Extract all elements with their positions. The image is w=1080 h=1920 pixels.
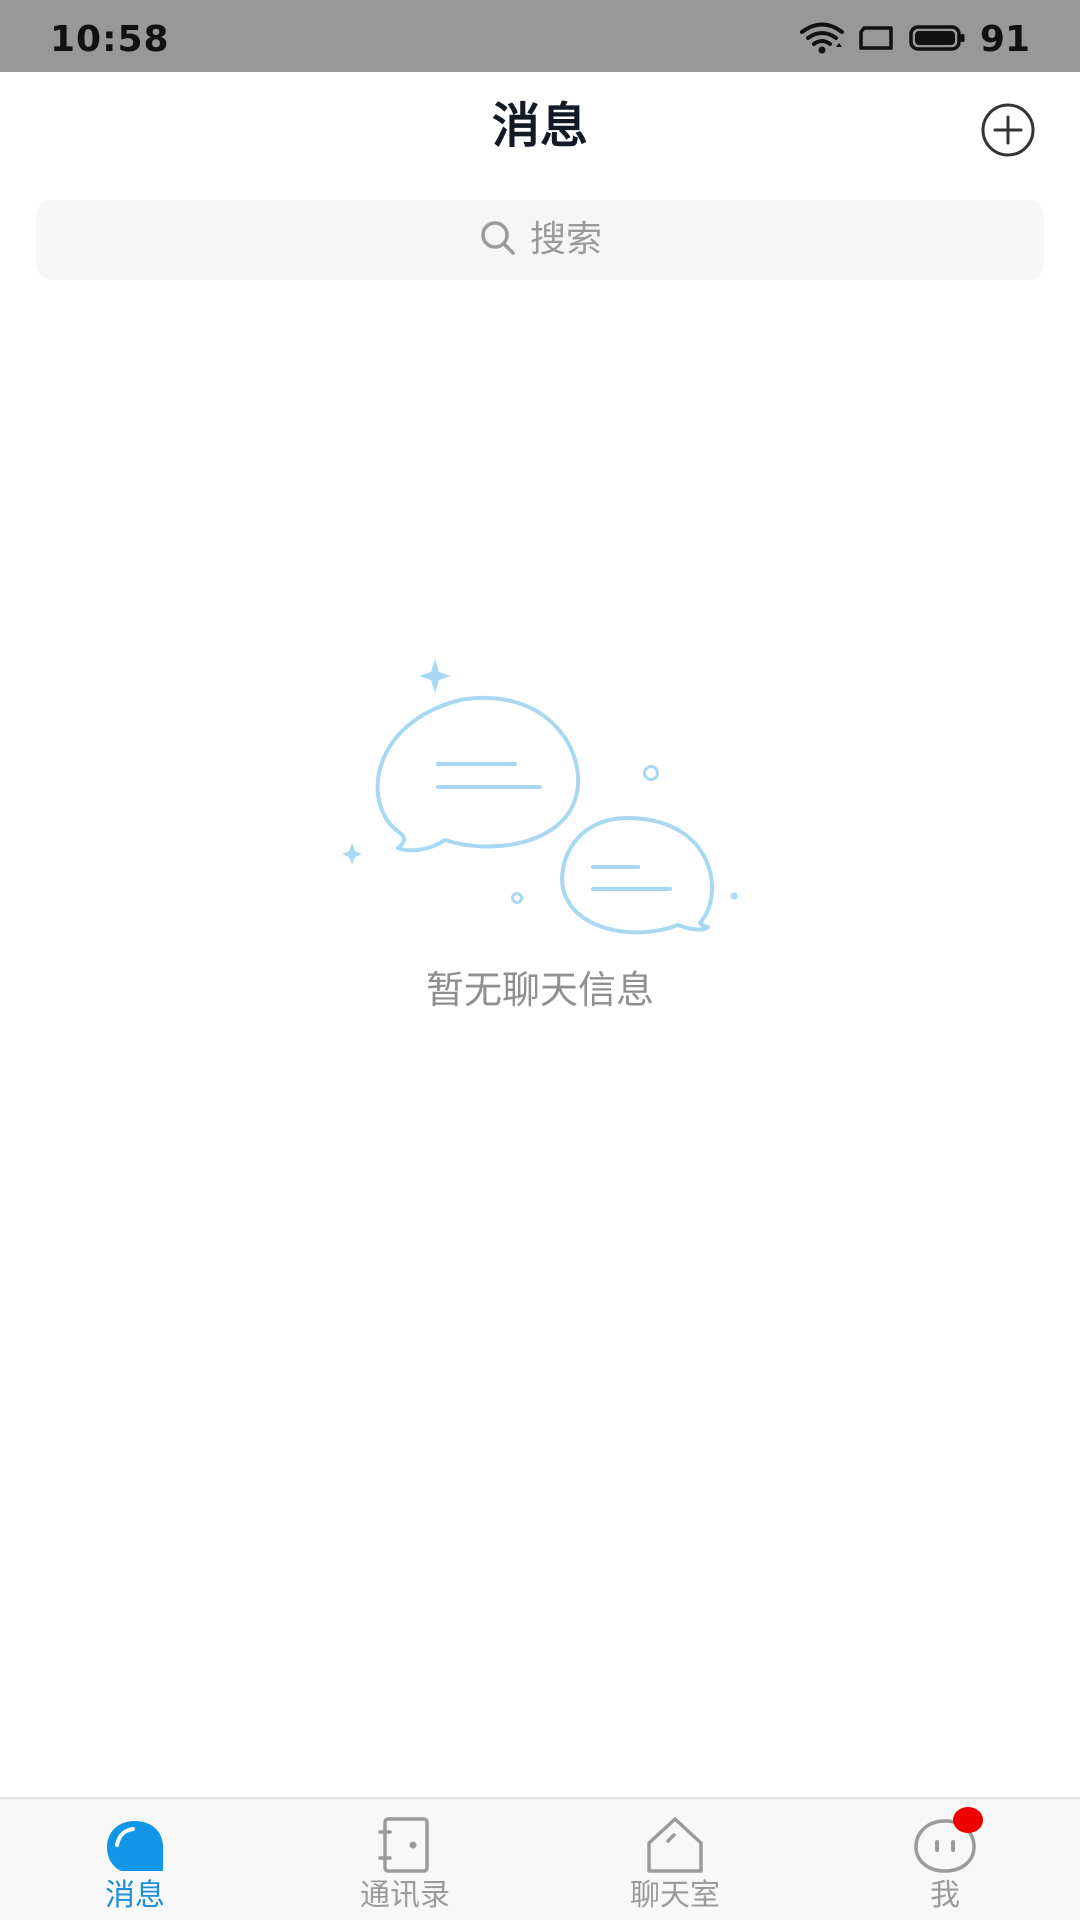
nav-item-me[interactable]: 我 <box>810 1799 1080 1920</box>
status-time: 10:58 <box>50 19 170 60</box>
nav-item-contacts[interactable]: 通讯录 <box>270 1799 540 1920</box>
nav-label-chat-room: 聊天室 <box>630 1878 720 1913</box>
search-input[interactable]: 搜索 <box>36 200 1044 280</box>
wifi-icon <box>799 21 844 59</box>
search-icon <box>478 218 518 262</box>
add-button[interactable] <box>980 102 1036 158</box>
battery-icon <box>908 24 966 56</box>
status-icons: 91 <box>799 19 1030 60</box>
screen-rotate-icon <box>858 25 894 55</box>
chat-bubbles-illustration <box>340 655 740 945</box>
nav-label-contacts: 通讯录 <box>360 1878 450 1913</box>
chat-room-house-icon <box>643 1815 707 1875</box>
plus-circle-icon <box>981 103 1035 157</box>
empty-message: 暂无聊天信息 <box>425 968 654 1012</box>
app-header: 消息 <box>0 72 1080 184</box>
nav-label-messages: 消息 <box>105 1878 165 1913</box>
nav-item-chat-room[interactable]: 聊天室 <box>540 1799 810 1920</box>
messages-screen: 10:58 91 消息 搜索 暂无聊天信息 消息 通讯录 聊天室 我 <box>0 0 1080 1920</box>
contacts-book-icon <box>373 1815 437 1875</box>
nav-label-me: 我 <box>930 1878 960 1913</box>
page-title: 消息 <box>491 98 588 154</box>
bottom-navigation: 消息 通讯录 聊天室 我 <box>0 1797 1080 1920</box>
message-bubble-icon <box>103 1815 167 1875</box>
search-placeholder: 搜索 <box>529 219 602 260</box>
nav-item-messages[interactable]: 消息 <box>0 1799 270 1920</box>
status-bar: 10:58 91 <box>0 0 1080 72</box>
battery-level: 91 <box>979 19 1030 60</box>
profile-face-icon <box>913 1807 983 1875</box>
notification-badge <box>953 1807 983 1833</box>
